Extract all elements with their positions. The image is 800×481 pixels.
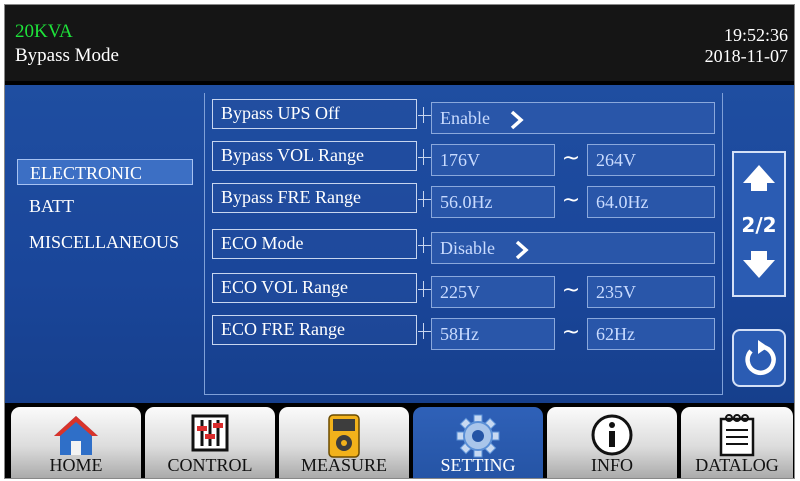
setting-row-bypass-fre-range: Bypass FRE Range 56.0Hz ~ 64.0Hz (209, 183, 719, 218)
connector (418, 245, 432, 246)
tab-setting-label: SETTING (440, 455, 516, 475)
bypass-ups-off-select[interactable]: Enable (431, 102, 715, 134)
model-label: 20KVA (15, 21, 73, 42)
bypass-fre-high-field[interactable]: 64.0Hz (587, 186, 715, 218)
setting-row-bypass-ups-off: Bypass UPS Off Enable (209, 99, 719, 134)
range-separator: ~ (561, 146, 581, 171)
setting-row-bypass-vol-range: Bypass VOL Range 176V ~ 264V (209, 141, 719, 176)
bypass-vol-high-field[interactable]: 264V (587, 144, 715, 176)
eco-vol-high-field[interactable]: 235V (587, 276, 715, 308)
panel-divider-bottom (204, 394, 723, 395)
setting-label: ECO VOL Range (212, 273, 417, 303)
setting-label: ECO FRE Range (212, 315, 417, 345)
chevron-right-icon (511, 110, 525, 130)
tab-home[interactable]: HOME (11, 407, 141, 478)
tab-setting[interactable]: SETTING (413, 407, 543, 478)
bypass-fre-low-field[interactable]: 56.0Hz (431, 186, 555, 218)
return-button[interactable] (732, 329, 786, 387)
multimeter-icon (328, 414, 360, 458)
eco-mode-value: Disable (440, 238, 495, 258)
ups-screen: 20KVA Bypass Mode 19:52:36 2018-11-07 EL… (4, 4, 795, 479)
tab-control[interactable]: CONTROL (145, 407, 275, 478)
setting-label: Bypass FRE Range (212, 183, 417, 213)
panel-divider-right (722, 93, 723, 395)
category-miscellaneous[interactable]: MISCELLANEOUS (17, 229, 193, 255)
page-up-button[interactable] (732, 151, 786, 205)
page-indicator: 2/2 (732, 205, 786, 245)
setting-label: ECO Mode (212, 229, 417, 259)
category-batt[interactable]: BATT (17, 193, 193, 219)
eco-fre-high-field[interactable]: 62Hz (587, 318, 715, 350)
chevron-right-icon (516, 240, 530, 260)
connector (418, 199, 432, 200)
eco-fre-low-field[interactable]: 58Hz (431, 318, 555, 350)
connector (418, 331, 432, 332)
tab-info[interactable]: INFO (547, 407, 677, 478)
tab-measure[interactable]: MEASURE (279, 407, 409, 478)
arrow-down-icon (743, 251, 775, 278)
connector (418, 115, 432, 116)
control-sliders-icon (191, 414, 229, 452)
bypass-ups-off-value: Enable (440, 108, 490, 128)
range-separator: ~ (561, 188, 581, 213)
clock: 19:52:36 2018-11-07 (705, 25, 788, 67)
page-down-button[interactable] (732, 245, 786, 297)
range-separator: ~ (561, 320, 581, 345)
eco-vol-low-field[interactable]: 225V (431, 276, 555, 308)
panel-divider-left (204, 93, 205, 395)
arrow-up-icon (743, 165, 775, 191)
setting-row-eco-mode: ECO Mode Disable (209, 229, 719, 264)
setting-row-eco-fre-range: ECO FRE Range 58Hz ~ 62Hz (209, 315, 719, 350)
tab-info-label: INFO (590, 455, 633, 475)
bypass-vol-low-field[interactable]: 176V (431, 144, 555, 176)
tab-datalog[interactable]: DATALOG (681, 407, 793, 478)
back-icon (745, 340, 776, 376)
connector (418, 289, 432, 290)
category-electronic[interactable]: ELECTRONIC (17, 159, 193, 185)
status-header: 20KVA Bypass Mode 19:52:36 2018-11-07 (5, 5, 794, 81)
time-label: 19:52:36 (723, 25, 788, 45)
date-label: 2018-11-07 (704, 46, 788, 66)
eco-mode-select[interactable]: Disable (431, 232, 715, 264)
settings-panel: ELECTRONIC BATT MISCELLANEOUS Bypass UPS… (5, 85, 794, 403)
tab-measure-label: MEASURE (300, 455, 387, 475)
setting-label: Bypass VOL Range (212, 141, 417, 171)
connector (418, 157, 432, 158)
bottom-nav: HOME CONTROL MEASURE SETTING INFO DATALO… (5, 403, 794, 478)
datalog-icon (719, 414, 755, 457)
tab-home-label: HOME (49, 455, 103, 475)
tab-control-label: CONTROL (167, 455, 253, 475)
tab-datalog-label: DATALOG (695, 455, 779, 475)
setting-label: Bypass UPS Off (212, 99, 417, 129)
range-separator: ~ (561, 278, 581, 303)
home-icon (54, 416, 98, 455)
gear-icon (456, 414, 500, 458)
mode-label: Bypass Mode (15, 45, 119, 66)
setting-row-eco-vol-range: ECO VOL Range 225V ~ 235V (209, 273, 719, 308)
info-icon (591, 414, 633, 456)
